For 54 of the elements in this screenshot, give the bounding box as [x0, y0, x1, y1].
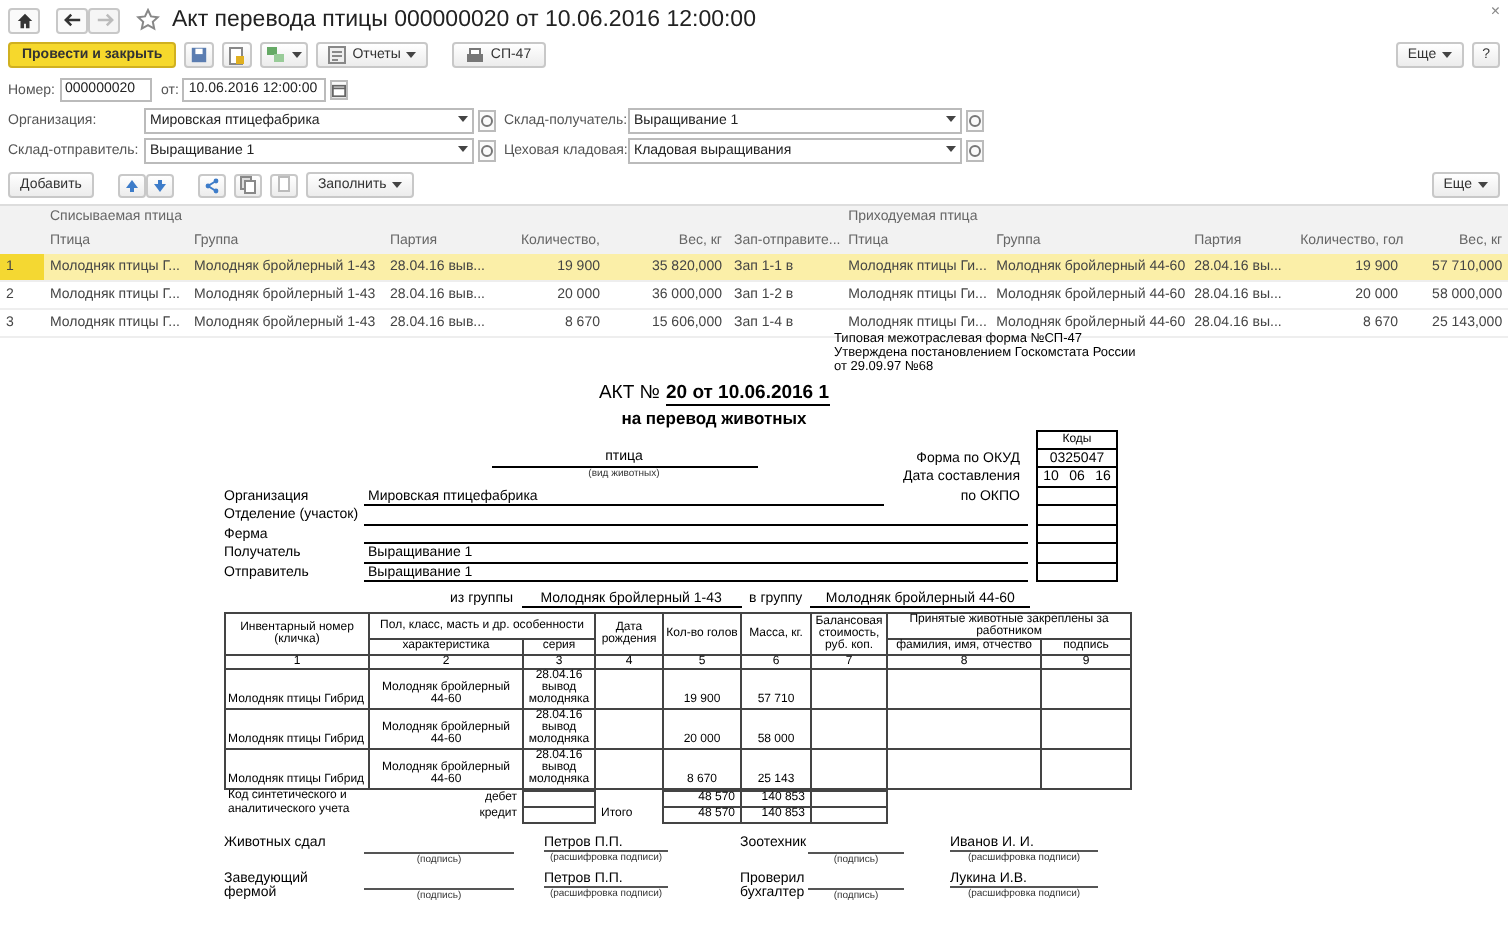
star-icon[interactable]	[136, 8, 160, 32]
calendar-button[interactable]	[330, 80, 349, 100]
report-icon	[328, 46, 347, 64]
dropdown-icon[interactable]	[946, 116, 956, 124]
caret-icon	[292, 51, 303, 59]
link-icon	[480, 113, 494, 127]
code-cell	[1036, 544, 1118, 563]
back-button[interactable]	[56, 7, 88, 33]
caret-icon	[1478, 181, 1488, 189]
open-button[interactable]	[966, 109, 984, 131]
caret-icon	[1442, 51, 1453, 59]
code-cell	[1036, 563, 1118, 582]
open-button[interactable]	[966, 139, 984, 161]
printer-icon	[466, 47, 485, 63]
dropdown-icon[interactable]	[946, 146, 956, 154]
total-cell	[810, 806, 886, 823]
open-button[interactable]	[478, 109, 496, 131]
move-up-button[interactable]	[117, 173, 146, 197]
post-button[interactable]	[222, 42, 253, 68]
structure-button[interactable]	[260, 42, 309, 68]
document-subtitle: на перевод животных	[621, 408, 807, 428]
move-down-button[interactable]	[145, 173, 174, 197]
code-cell	[1036, 487, 1118, 506]
share-icon	[203, 177, 220, 193]
close-button[interactable]: ×	[1490, 2, 1500, 20]
link-icon	[968, 113, 982, 127]
open-button[interactable]	[478, 139, 496, 161]
code-cell	[1036, 525, 1118, 544]
structure-icon	[266, 46, 287, 64]
window-title: Акт перевода птицы 000000020 от 10.06.2016 12:00:00	[172, 8, 756, 32]
down-arrow-icon	[151, 177, 168, 193]
copy-button[interactable]	[233, 173, 262, 197]
home-icon	[15, 11, 33, 29]
home-button[interactable]	[8, 7, 40, 33]
document-title: АКТ №	[598, 382, 660, 406]
calendar-icon	[332, 83, 347, 97]
dropdown-icon[interactable]	[458, 146, 468, 154]
save-button[interactable]	[184, 42, 215, 68]
link-icon	[968, 143, 982, 157]
document-number: 20 от 10.06.2016 1	[665, 382, 830, 406]
copy-icon	[239, 176, 256, 194]
dropdown-icon[interactable]	[458, 116, 468, 124]
account-cell	[522, 790, 594, 807]
account-cell	[522, 806, 594, 823]
link-icon	[480, 143, 494, 157]
forward-arrow-icon	[95, 12, 113, 28]
share-button[interactable]	[197, 173, 226, 197]
document-icon	[228, 45, 247, 65]
caret-icon	[406, 51, 417, 59]
back-arrow-icon	[63, 12, 81, 28]
code-cell	[1036, 506, 1118, 525]
up-arrow-icon	[123, 177, 140, 193]
document-icon	[275, 176, 292, 194]
caret-icon	[392, 181, 403, 189]
